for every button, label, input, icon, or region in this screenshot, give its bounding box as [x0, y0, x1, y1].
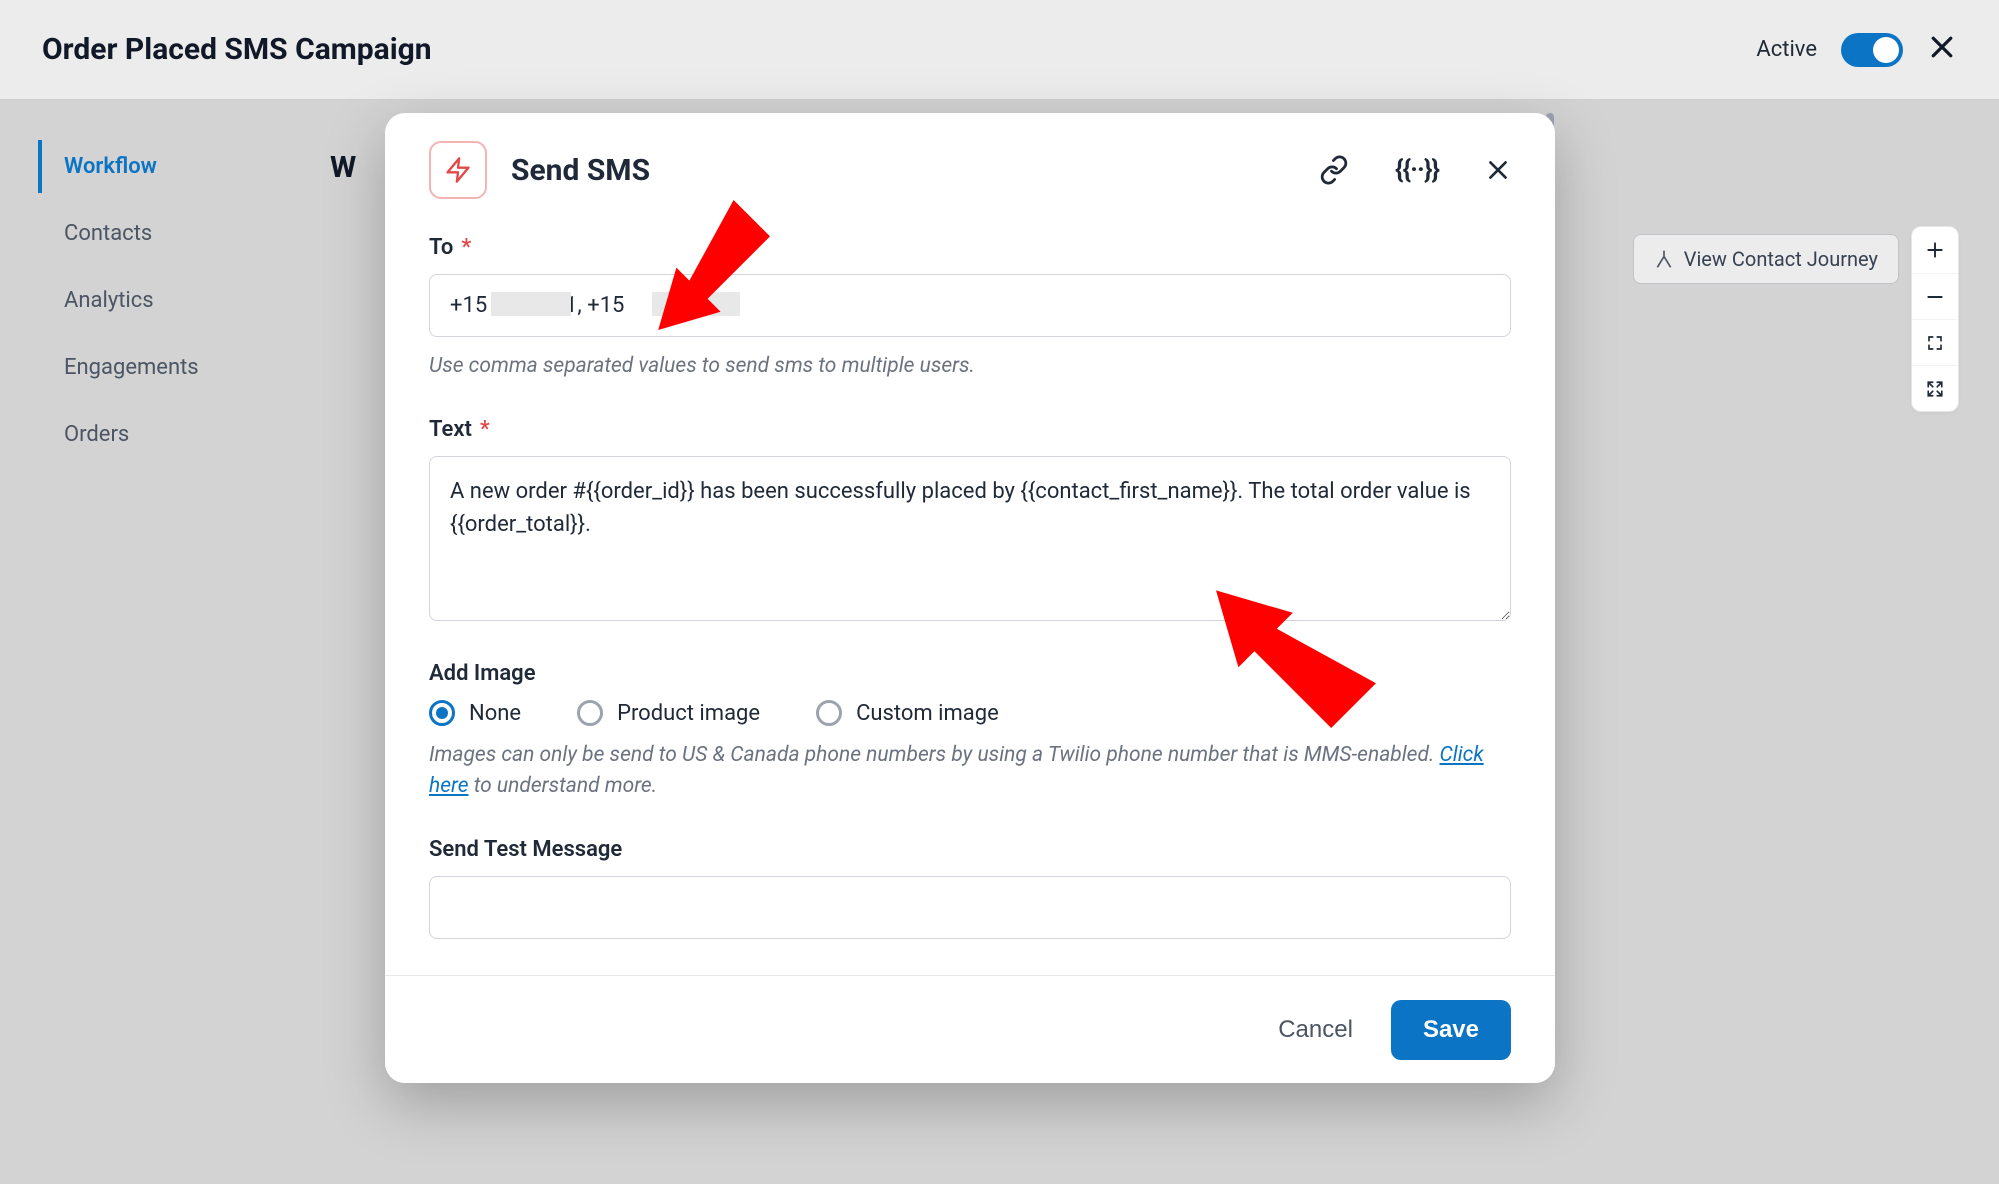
save-button[interactable]: Save — [1391, 1000, 1511, 1060]
view-journey-label: View Contact Journey — [1684, 247, 1878, 271]
radio-circle — [577, 700, 603, 726]
redacted-phone-2 — [652, 292, 740, 316]
sidebar-item-label: Analytics — [64, 288, 154, 313]
view-contact-journey-button[interactable]: View Contact Journey — [1633, 234, 1899, 284]
zoom-out-button[interactable] — [1912, 273, 1958, 319]
modal-footer: Cancel Save — [385, 975, 1555, 1083]
radio-circle — [816, 700, 842, 726]
sidebar-item-engagements[interactable]: Engagements — [38, 341, 318, 394]
send-test-label: Send Test Message — [429, 837, 622, 862]
sms-text-input[interactable] — [429, 456, 1511, 621]
active-label: Active — [1756, 37, 1817, 62]
text-label: Text — [429, 417, 472, 442]
topbar-close-icon[interactable] — [1927, 32, 1957, 68]
to-label: To — [429, 235, 453, 260]
journey-icon — [1654, 249, 1674, 269]
lightning-icon — [429, 141, 487, 199]
cancel-button[interactable]: Cancel — [1278, 1016, 1353, 1044]
radio-custom-image[interactable]: Custom image — [816, 700, 999, 726]
modal-title: Send SMS — [511, 153, 650, 188]
sidebar-item-orders[interactable]: Orders — [38, 408, 318, 461]
helper-text: to understand more. — [469, 774, 658, 798]
active-toggle[interactable] — [1841, 33, 1903, 67]
sidebar-item-analytics[interactable]: Analytics — [38, 274, 318, 327]
redacted-phone-1 — [491, 292, 571, 316]
radio-none[interactable]: None — [429, 700, 521, 726]
fullscreen-button[interactable] — [1912, 365, 1958, 411]
required-indicator: * — [461, 235, 471, 260]
background-title-fragment: W — [330, 150, 356, 185]
fit-screen-button[interactable] — [1912, 319, 1958, 365]
topbar: Order Placed SMS Campaign Active — [0, 0, 1999, 100]
radio-circle-checked — [429, 700, 455, 726]
sidebar-item-label: Workflow — [64, 154, 157, 179]
required-indicator: * — [480, 417, 490, 442]
add-image-label: Add Image — [429, 661, 536, 686]
page-title: Order Placed SMS Campaign — [42, 32, 432, 67]
modal-close-icon[interactable] — [1485, 157, 1511, 183]
radio-product-image[interactable]: Product image — [577, 700, 760, 726]
zoom-controls — [1911, 226, 1959, 412]
helper-text: Images can only be send to US & Canada p… — [429, 743, 1440, 767]
sidebar-item-label: Engagements — [64, 355, 199, 380]
to-input[interactable] — [429, 274, 1511, 337]
radio-label: Custom image — [856, 701, 999, 726]
zoom-in-button[interactable] — [1912, 227, 1958, 273]
radio-label: None — [469, 701, 521, 726]
merge-tags-icon[interactable]: {{··}} — [1395, 155, 1439, 185]
sidebar-item-workflow[interactable]: Workflow — [38, 140, 318, 193]
sidebar-item-label: Contacts — [64, 221, 152, 246]
to-helper: Use comma separated values to send sms t… — [429, 351, 1511, 381]
sidebar: Workflow Contacts Analytics Engagements … — [38, 140, 318, 475]
add-image-helper: Images can only be send to US & Canada p… — [429, 740, 1511, 801]
sidebar-item-contacts[interactable]: Contacts — [38, 207, 318, 260]
radio-label: Product image — [617, 701, 760, 726]
link-icon[interactable] — [1319, 155, 1349, 185]
send-sms-modal: Send SMS {{··}} To * Use comma separated … — [385, 113, 1555, 1083]
sidebar-item-label: Orders — [64, 422, 129, 447]
send-test-input[interactable] — [429, 876, 1511, 939]
